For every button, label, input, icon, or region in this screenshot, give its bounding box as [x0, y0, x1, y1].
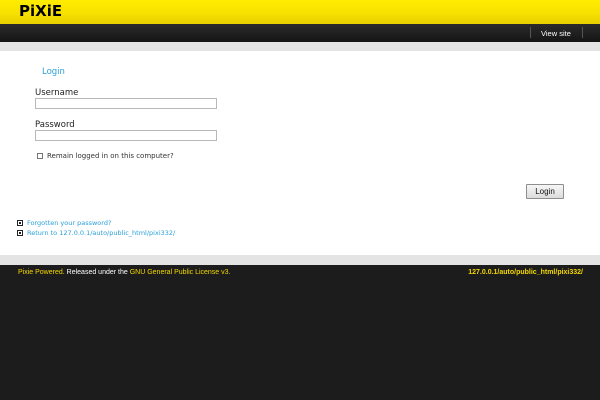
username-input[interactable] — [35, 98, 217, 109]
nav-bar — [0, 24, 600, 42]
return-site-link[interactable]: Return to 127.0.0.1/auto/public_html/pix… — [27, 229, 175, 237]
remember-label[interactable]: Remain logged in on this computer? — [47, 152, 174, 160]
forgot-password-link[interactable]: Forgotten your password? — [27, 219, 111, 227]
view-site-link[interactable]: View site — [541, 29, 571, 38]
nav-divider-right — [582, 27, 583, 38]
top-divider-strip — [0, 42, 600, 51]
login-heading: Login — [42, 67, 65, 77]
password-label: Password — [35, 120, 75, 130]
page-icon — [17, 220, 23, 226]
license-link[interactable]: GNU General Public License v3. — [130, 269, 231, 276]
page-icon — [17, 230, 23, 236]
footer-credits: Pixie Powered. Released under the GNU Ge… — [18, 269, 231, 276]
password-input[interactable] — [35, 130, 217, 141]
pixie-logo[interactable]: PiXiE — [19, 4, 62, 19]
bottom-divider-strip — [0, 255, 600, 265]
remember-checkbox[interactable] — [37, 153, 43, 159]
pixie-powered-link[interactable]: Pixie Powered. — [18, 269, 65, 276]
login-button[interactable]: Login — [526, 184, 564, 199]
footer-site-url[interactable]: 127.0.0.1/auto/public_html/pixi332/ — [468, 269, 583, 276]
header-bar: PiXiE — [0, 0, 600, 24]
released-text: Released under the — [66, 269, 128, 276]
nav-divider-left — [530, 27, 531, 38]
username-label: Username — [35, 88, 79, 98]
